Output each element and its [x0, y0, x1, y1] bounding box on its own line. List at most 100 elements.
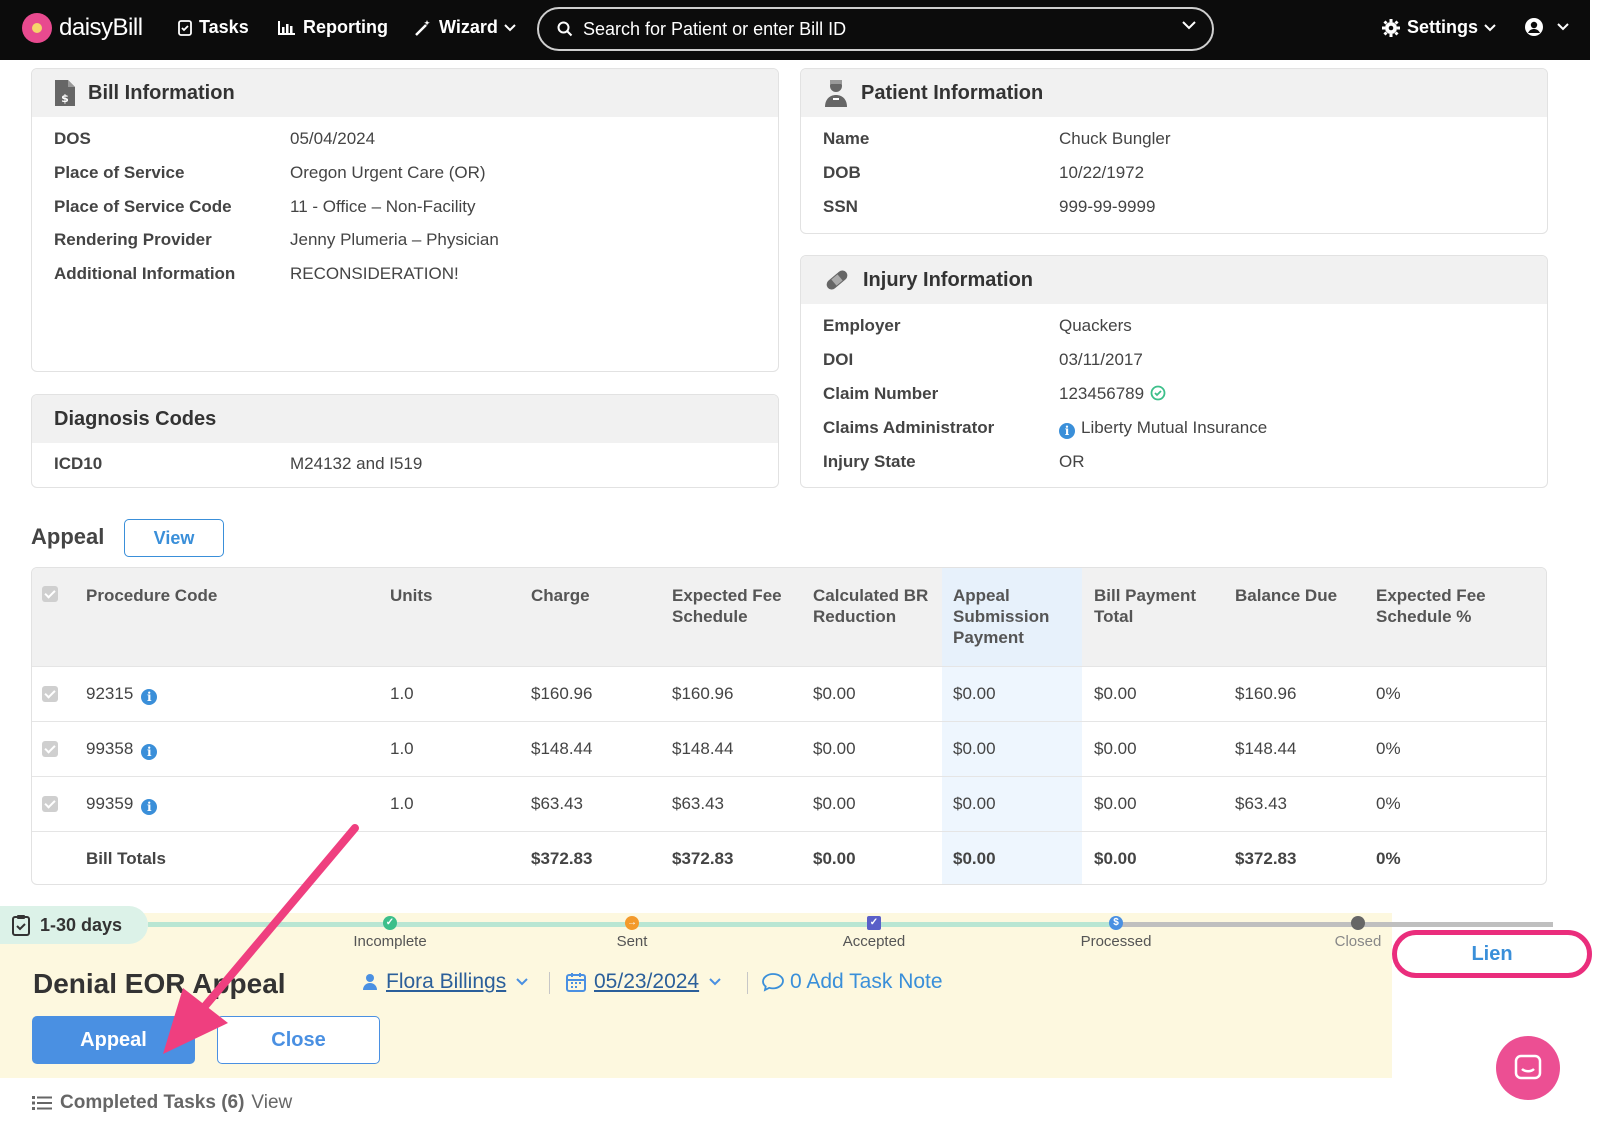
column-header[interactable]: Appeal Submission Payment	[953, 585, 1063, 648]
nav-tasks[interactable]: Tasks	[178, 17, 249, 38]
field-value: 03/11/2017	[1059, 350, 1143, 369]
search-icon	[557, 21, 573, 37]
diagnosis-codes-header: Diagnosis Codes	[32, 395, 778, 443]
field-label: Claim Number	[823, 384, 939, 403]
total-asp: $0.00	[953, 849, 996, 868]
step-label: Accepted	[842, 933, 906, 950]
claims-administrator-link[interactable]: i Liberty Mutual Insurance	[1059, 418, 1267, 439]
field-label: Place of Service	[54, 163, 185, 182]
bpt-cell: $0.00	[1094, 739, 1137, 758]
injury-information-panel: Injury Information Employer Quackers DOI 0…	[800, 255, 1548, 488]
column-header[interactable]: Charge	[531, 585, 590, 606]
dot-icon	[1351, 916, 1365, 930]
completed-tasks-view-link[interactable]: View	[251, 1092, 292, 1114]
step-sent: → Sent	[572, 916, 692, 950]
calendar-icon	[566, 973, 586, 992]
column-header[interactable]: Units	[390, 585, 433, 606]
view-appeal-button[interactable]: View	[124, 519, 224, 557]
chevron-down-icon	[1557, 23, 1569, 31]
total-bpt: $0.00	[1094, 849, 1137, 868]
search-input[interactable]: Search for Patient or enter Bill ID	[537, 7, 1214, 51]
gear-icon	[1382, 18, 1400, 37]
efs-cell: $148.44	[672, 739, 734, 758]
close-button[interactable]: Close	[217, 1016, 380, 1064]
column-header[interactable]: Balance Due	[1235, 585, 1337, 606]
column-header[interactable]: Calculated BR Reduction	[813, 585, 933, 627]
asp-cell: $0.00	[953, 739, 996, 758]
field-value: Jenny Plumeria – Physician	[290, 230, 499, 249]
procedure-code: 99358 i	[86, 739, 158, 760]
injury-row-claim-number: Claim Number 123456789	[801, 384, 1547, 408]
bill-row-rendering-provider: Rendering Provider Jenny Plumeria – Physi…	[32, 230, 778, 254]
row-checkbox[interactable]	[42, 686, 58, 702]
info-icon[interactable]: i	[141, 689, 158, 705]
totals-label: Bill Totals	[86, 849, 166, 868]
field-label: ICD10	[54, 454, 103, 473]
column-header[interactable]: Bill Payment Total	[1094, 585, 1214, 627]
injury-information-title: Injury Information	[863, 268, 1033, 291]
total-balance: $372.83	[1235, 849, 1297, 868]
field-value: Oregon Urgent Care (OR)	[290, 163, 486, 182]
dollar-icon: $	[1109, 916, 1123, 930]
chat-button[interactable]	[1496, 1036, 1560, 1100]
column-header[interactable]: Expected Fee Schedule %	[1376, 585, 1506, 627]
charge-cell: $148.44	[531, 739, 593, 758]
field-value: 10/22/1972	[1059, 163, 1145, 182]
verified-check-icon	[1150, 385, 1166, 401]
field-value: Chuck Bungler	[1059, 129, 1171, 148]
due-date-picker[interactable]: 05/23/2024	[566, 970, 721, 994]
injury-row-state: Injury State OR	[801, 452, 1547, 476]
user-circle-icon	[1525, 18, 1543, 36]
nav-wizard[interactable]: Wizard	[414, 17, 523, 38]
daisybill-logo[interactable]: daisyBill	[22, 13, 143, 43]
assignee-dropdown[interactable]: Flora Billings	[362, 970, 528, 994]
chevron-down-icon[interactable]	[1182, 21, 1196, 30]
info-icon[interactable]: i	[141, 799, 158, 815]
list-icon	[32, 1096, 52, 1110]
arrow-right-icon: →	[625, 916, 639, 930]
nav-tasks-label: Tasks	[199, 17, 249, 37]
asp-cell: $0.00	[953, 684, 996, 703]
injury-information-header: Injury Information	[801, 256, 1547, 304]
efs-cell: $63.43	[672, 794, 724, 813]
column-header[interactable]: Expected Fee Schedule	[672, 585, 792, 627]
field-value: M24132 and I519	[290, 454, 423, 473]
patient-information-title: Patient Information	[861, 81, 1044, 104]
table-row: 99358 i 1.0 $148.44 $148.44 $0.00 $0.00 $…	[32, 721, 1546, 776]
chevron-down-icon	[516, 978, 528, 986]
br-cell: $0.00	[813, 794, 856, 813]
row-checkbox[interactable]	[42, 796, 58, 812]
field-label: Rendering Provider	[54, 230, 212, 249]
field-value: OR	[1059, 452, 1085, 471]
nav-reporting[interactable]: Reporting	[278, 17, 388, 38]
efs-cell: $160.96	[672, 684, 734, 703]
nav-settings[interactable]: Settings	[1382, 17, 1503, 38]
diagnosis-codes-panel: Diagnosis Codes ICD10 M24132 and I519	[31, 394, 779, 488]
diagnosis-codes-title: Diagnosis Codes	[54, 407, 217, 430]
injury-row-doi: DOI 03/11/2017	[801, 350, 1547, 374]
field-value: 999-99-9999	[1059, 197, 1156, 216]
pct-cell: 0%	[1376, 739, 1401, 758]
patient-information-panel: Patient Information Name Chuck Bungler DO…	[800, 68, 1548, 234]
user-menu[interactable]	[1524, 17, 1576, 37]
select-all-checkbox[interactable]	[42, 586, 58, 602]
field-label: SSN	[823, 197, 858, 216]
step-label: Incomplete	[353, 933, 427, 950]
field-value: Quackers	[1059, 316, 1132, 335]
row-checkbox[interactable]	[42, 741, 58, 757]
field-value: 11 - Office – Non-Facility	[290, 197, 476, 216]
injury-row-employer: Employer Quackers	[801, 316, 1547, 340]
bar-chart-icon	[278, 21, 295, 35]
patient-row-name: Name Chuck Bungler	[801, 129, 1547, 153]
add-task-note-link[interactable]: 0 Add Task Note	[762, 970, 943, 994]
bill-information-header: $ Bill Information	[32, 69, 778, 117]
info-icon[interactable]: i	[141, 744, 158, 760]
user-icon	[363, 974, 377, 990]
column-header[interactable]: Procedure Code	[86, 585, 217, 606]
pct-cell: 0%	[1376, 794, 1401, 813]
table-row: 92315 i 1.0 $160.96 $160.96 $0.00 $0.00 $…	[32, 666, 1546, 721]
lien-button[interactable]: Lien	[1392, 930, 1592, 978]
appeal-button[interactable]: Appeal	[32, 1016, 195, 1064]
add-task-note-label: 0 Add Task Note	[790, 970, 943, 993]
field-label: Injury State	[823, 452, 916, 471]
